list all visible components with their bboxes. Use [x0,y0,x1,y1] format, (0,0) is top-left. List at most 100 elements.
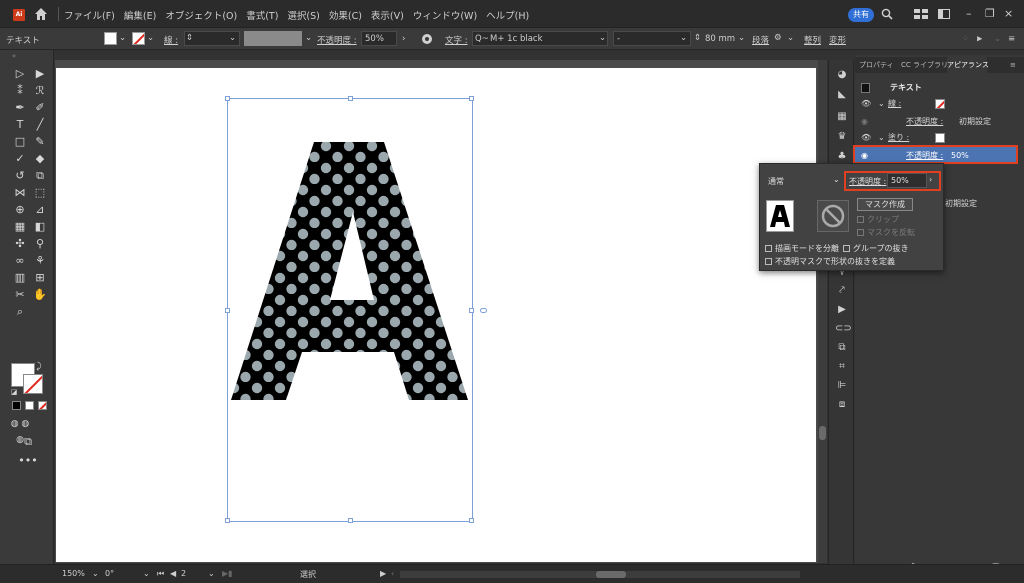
stroke-label[interactable]: 線 : [164,34,178,46]
stroke-opacity-label[interactable]: 不透明度 : [906,114,943,130]
eyedropper-icon[interactable]: ⚲ [30,236,50,252]
tab-properties[interactable]: プロパティ [859,57,899,73]
character-label[interactable]: 文字 : [445,34,468,46]
selection-handle[interactable] [469,96,474,101]
selection-handle[interactable] [469,308,474,313]
stroke-color-box[interactable] [23,374,43,394]
restore-icon[interactable]: ❐ [985,8,995,20]
menu-help[interactable]: ヘルプ(H) [486,8,529,22]
color-guide-icon[interactable]: ◣ [835,88,849,102]
collapse-icon[interactable]: » [4,52,24,60]
fill-opacity-label[interactable]: 不透明度 : [906,148,943,164]
chevron-down-icon[interactable]: ⌄ [119,33,126,43]
panel-menu-icon[interactable]: ≡ [1010,57,1020,73]
chevron-down-icon[interactable]: ⌄ [833,175,840,184]
hand-tool-icon[interactable]: ✋ [30,287,50,303]
chevron-down-icon[interactable]: ⌄ [680,33,687,43]
perspective-grid-icon[interactable]: ▦ [10,219,30,235]
appearance-stroke-opacity-row[interactable]: ◉ 不透明度 : 初期設定 [856,114,1016,130]
tab-cc-libraries[interactable]: CC ライブラリ [901,57,948,73]
swap-colors-icon[interactable]: ⤸ [34,359,44,375]
chevron-down-icon[interactable]: ⌄ [147,33,154,43]
visibility-eye-icon[interactable]: ◉ [861,114,868,130]
first-artboard-icon[interactable]: ⏮ [157,569,164,579]
stepper-icon[interactable]: ⇕ [694,33,701,43]
default-colors-icon[interactable]: ◪ [9,387,19,397]
chevron-down-icon[interactable]: ⌄ [738,33,745,43]
draw-mode-icon[interactable]: ◍ ◍ ◍ [10,416,30,445]
menu-object[interactable]: オブジェクト(O) [165,8,237,22]
align-panel-icon[interactable]: ⊫ [835,379,849,393]
none-mode-icon[interactable] [38,401,47,410]
visibility-eye-icon[interactable]: ◉ [861,148,868,164]
gradient-icon[interactable]: ◧ [30,219,50,235]
shape-builder-icon[interactable]: ⊕ [10,202,30,218]
menu-window[interactable]: ウィンドウ(W) [413,8,477,22]
artboards-icon[interactable]: ⌗ [835,360,849,374]
curvature-tool-icon[interactable]: ✐ [30,100,50,116]
lasso-icon[interactable]: ℛ [30,83,50,99]
symbol-sprayer-icon[interactable]: ⚘ [30,253,50,269]
chevron-down-icon[interactable]: ⌄ [92,569,99,578]
magic-wand-icon[interactable]: ⁑ [10,83,30,99]
chain-link-icon[interactable]: ⊂⊃ [835,322,852,336]
rotation-value[interactable]: 0° [105,569,114,578]
menu-file[interactable]: ファイル(F) [64,8,115,22]
chevron-right-icon[interactable]: › [402,34,405,44]
isolate-icon[interactable]: ⫸ [977,34,982,44]
zoom-level[interactable]: 150% [62,569,85,578]
color-mode-icon[interactable] [12,401,21,410]
more-tools-icon[interactable]: ••• [18,453,38,469]
text-threading-port[interactable] [480,308,487,313]
fill-swatch[interactable] [104,32,117,45]
eraser-icon[interactable]: ◆ [30,151,50,167]
previous-artboard-icon[interactable]: ◀ [170,569,176,578]
scale-tool-icon[interactable]: ⧉ [30,168,50,184]
align-label[interactable]: 整列 [804,34,821,46]
width-tool-icon[interactable]: ⋈ [10,185,30,201]
search-icon[interactable] [881,8,893,20]
selection-handle[interactable] [469,518,474,523]
opacity-mask-knockout-checkbox[interactable]: 不透明マスクで形状の抜きを定義 [765,256,895,267]
line-tool-icon[interactable]: ╱ [30,117,50,133]
isolate-blending-checkbox[interactable]: 描画モードを分離 [765,243,839,254]
direct-selection-tool-icon[interactable]: ▶ [30,66,50,82]
recolor-icon[interactable] [421,33,433,45]
chevron-down-icon[interactable]: ⌄ [599,33,606,43]
shaper-tool-icon[interactable]: ✓ [10,151,30,167]
paragraph-label[interactable]: 段落 [752,34,769,46]
chevron-down-icon[interactable]: ⌄ [787,33,794,43]
appearance-fill-opacity-row[interactable]: ◉ 不透明度 : 50% [853,145,1018,164]
rotate-tool-icon[interactable]: ↺ [10,168,30,184]
menu-view[interactable]: 表示(V) [371,8,404,22]
fill-white-swatch[interactable] [935,133,945,143]
live-paint-icon[interactable]: ⊿ [30,202,50,218]
transform-label[interactable]: 変形 [829,34,846,46]
visibility-eye-icon[interactable]: 👁 [861,96,871,112]
blend-mode-select[interactable]: 通常 [768,176,784,187]
popup-opacity-label[interactable]: 不透明度 : [849,176,886,187]
close-icon[interactable]: × [1004,8,1013,20]
text-options-icon[interactable]: ⚙ [774,33,782,43]
font-size-value[interactable]: 80 mm [705,34,735,44]
vertical-scrollbar[interactable] [818,60,827,563]
menu-edit[interactable]: 編集(E) [124,8,156,22]
tab-appearance[interactable]: アピアランス [947,57,989,73]
mask-thumbnail[interactable] [817,200,849,232]
screen-mode-icon[interactable]: ⧉ [18,434,38,450]
appearance-fill-row[interactable]: 👁 ⌄ 塗り : [856,130,1016,146]
knockout-group-checkbox[interactable]: グループの抜き [843,243,909,254]
type-tool-icon[interactable]: T [10,117,30,133]
color-panel-icon[interactable]: ◕ [835,68,849,82]
menu-select[interactable]: 選択(S) [287,8,319,22]
chevron-down-icon[interactable]: ⌄ [229,33,236,43]
chevron-down-icon[interactable]: ⌄ [878,96,885,112]
paintbrush-icon[interactable]: ✎ [30,134,50,150]
artboard-number[interactable]: 2 [181,569,186,578]
artboard-tool-icon[interactable]: ⊞ [30,270,50,286]
minimize-icon[interactable]: – [966,8,972,20]
status-arrow-icon[interactable]: ▶ [380,569,386,578]
rectangle-tool-icon[interactable]: □ [10,134,30,150]
variable-width-field[interactable] [244,31,302,46]
visibility-eye-icon[interactable]: 👁 [861,130,871,146]
